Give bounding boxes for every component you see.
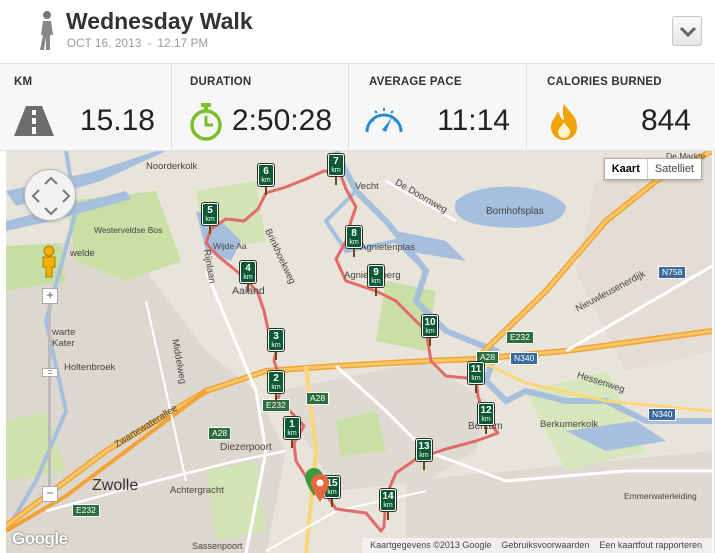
activity-date: OCT 16, 2013 <box>67 38 142 50</box>
km-marker[interactable]: 10 km <box>422 315 438 346</box>
map-type-kaart-button[interactable]: Kaart <box>605 159 648 179</box>
place-label: Agnietenplas <box>360 242 415 253</box>
place-label: Holtenbroek <box>64 362 116 373</box>
place-label: Bomhofsplas <box>486 206 544 217</box>
walking-person-icon <box>40 11 53 50</box>
flame-icon <box>551 104 577 140</box>
place-label: Berkumerkolk <box>540 419 599 430</box>
stopwatch-icon <box>190 103 222 141</box>
place-label: Westerveldse Bos <box>94 225 163 235</box>
activity-title: Wednesday Walk <box>66 8 253 34</box>
stat-average-pace: AVERAGE PACE 11:14 <box>349 64 527 151</box>
report-error-link[interactable]: Een kaartfout rapporteren <box>599 540 702 553</box>
road-label: E232 <box>72 504 100 517</box>
terms-link[interactable]: Gebruiksvoorwaarden <box>501 540 589 553</box>
road-label: E232 <box>506 331 534 344</box>
place-label: Wijde Aa <box>213 241 247 251</box>
speedometer-icon <box>365 108 403 133</box>
place-label: welde <box>70 248 95 259</box>
zoom-control: + = − <box>42 288 58 502</box>
chevron-down-icon <box>679 26 697 38</box>
km-marker[interactable]: 2 km <box>268 371 284 402</box>
road-label: N340 <box>648 408 677 421</box>
stat-value: 11:14 <box>437 104 510 137</box>
place-label: Noorderkolk <box>146 161 198 172</box>
road-label: A28 <box>208 427 232 440</box>
km-marker[interactable]: 12 km <box>478 403 494 434</box>
google-logo: Google <box>12 529 68 548</box>
options-dropdown-button[interactable] <box>672 16 702 46</box>
activity-datetime: OCT 16, 2013-12.17 PM <box>67 38 209 50</box>
street-view-pegman-icon[interactable] <box>39 245 59 279</box>
map-footer: Kaartgegevens ©2013 Google Gebruiksvoorw… <box>362 538 712 553</box>
place-label: Vecht <box>355 181 379 192</box>
place-label: Diezerpoort <box>220 442 272 453</box>
km-marker[interactable]: 9 km <box>368 265 384 296</box>
stat-label: CALORIES BURNED <box>547 76 662 88</box>
stat-duration: DURATION 2:50:28 <box>172 64 349 151</box>
stats-bar: KM 15.18 DURATION 2:50:28 AVERAGE PACE 1… <box>0 64 715 151</box>
stat-value: 2:50:28 <box>231 104 332 137</box>
km-marker[interactable]: 7 km <box>328 154 344 185</box>
zoom-out-button[interactable]: − <box>42 486 58 502</box>
route-map[interactable]: Noorderkolk Westerveldse Bos welde Wijde… <box>6 151 712 553</box>
zoom-in-button[interactable]: + <box>42 288 58 304</box>
activity-time: 12.17 PM <box>157 38 209 50</box>
km-marker[interactable]: 5 km <box>202 203 218 234</box>
km-marker[interactable]: 14 km <box>380 489 396 520</box>
stat-value: 15.18 <box>79 104 155 137</box>
walk-detail-page: Wednesday Walk OCT 16, 2013-12.17 PM KM … <box>0 0 715 553</box>
stat-distance: KM 15.18 <box>0 64 172 151</box>
stat-value: 844 <box>640 104 691 137</box>
place-label: Achtergracht <box>170 485 224 496</box>
road-icon <box>14 106 54 136</box>
place-label: Sassenpoort <box>192 541 243 551</box>
activity-header: Wednesday Walk OCT 16, 2013-12.17 PM <box>0 0 715 64</box>
km-marker[interactable]: 8 km <box>346 226 362 257</box>
km-marker[interactable]: 13 km <box>416 439 432 470</box>
km-marker[interactable]: 11 km <box>468 362 484 393</box>
road-label: A28 <box>306 392 330 405</box>
pan-arrows-icon <box>31 176 71 216</box>
zoom-slider-handle[interactable]: = <box>42 368 58 377</box>
place-label: Zwolle <box>92 477 139 494</box>
place-label: warte Kater <box>52 327 76 349</box>
place-label: Emmerwaterleiding <box>624 491 697 501</box>
stat-label: DURATION <box>190 76 252 88</box>
road-label: N340 <box>510 352 539 365</box>
stat-calories: CALORIES BURNED 844 <box>527 64 715 151</box>
stat-label: KM <box>14 76 33 88</box>
stat-label: AVERAGE PACE <box>369 76 462 88</box>
km-marker[interactable]: 1 km <box>284 417 300 448</box>
km-marker[interactable]: 6 km <box>258 164 274 195</box>
map-type-control: Kaart Satelliet <box>603 158 702 180</box>
km-marker[interactable]: 4 km <box>240 261 256 292</box>
pan-control[interactable] <box>24 169 76 221</box>
end-pin-icon[interactable] <box>310 473 330 503</box>
map-type-satelliet-button[interactable]: Satelliet <box>648 159 701 179</box>
map-attribution: Kaartgegevens ©2013 Google <box>370 540 492 550</box>
km-marker[interactable]: 3 km <box>268 329 284 360</box>
road-label: N758 <box>658 266 687 279</box>
